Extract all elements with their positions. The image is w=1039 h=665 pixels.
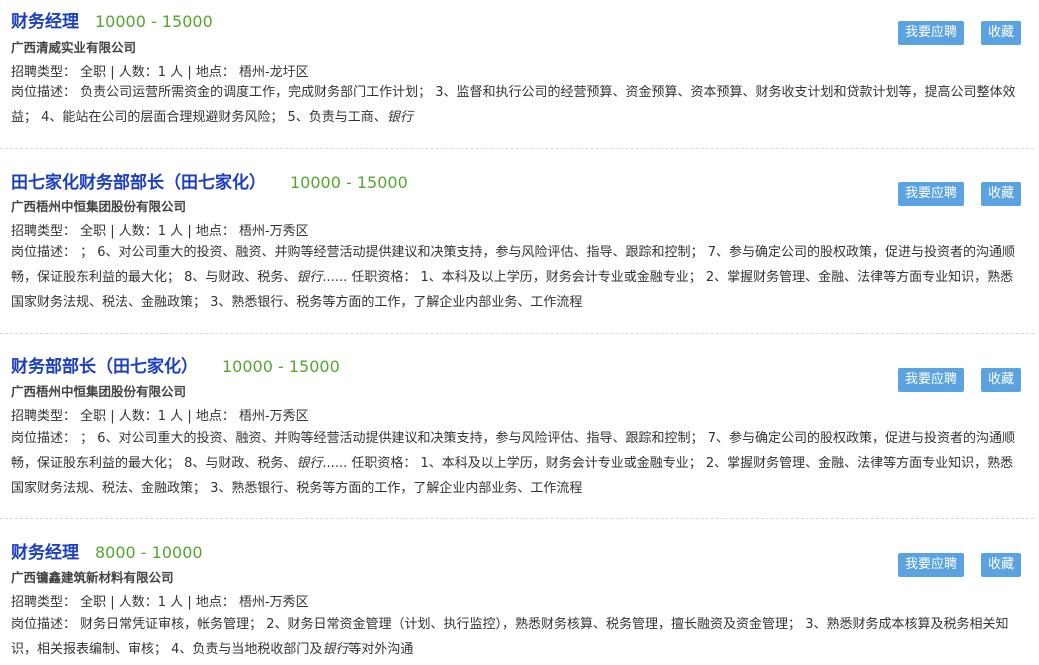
company-name-link[interactable]: 广西清威实业有限公司 — [11, 37, 136, 56]
job-item: 财务经理 8000 - 10000 广西镛鑫建筑新材料有限公司 招聘类型： 全职… — [0, 518, 1034, 665]
description-text: 负责公司运营所需资金的调度工作，完成财务部门工作计划； 3、监督和执行公司的经营… — [11, 85, 1016, 125]
apply-button[interactable]: 我要应聘 — [898, 553, 965, 577]
job-description: 岗位描述： 财务日常凭证审核，帐务管理； 2、财务日常资金管理（计划、执行监控）… — [11, 612, 1016, 662]
job-description: 岗位描述： ； 6、对公司重大的投资、融资、并购等经营活动提供建议和决策支持，参… — [11, 426, 1016, 501]
salary-range: 10000 - 15000 — [222, 357, 340, 376]
job-title-link[interactable]: 财务经理 — [11, 7, 79, 32]
salary-range: 10000 - 15000 — [95, 12, 213, 31]
highlight-keyword: 银行 — [322, 642, 349, 657]
description-label: 岗位描述： — [11, 431, 77, 446]
save-button[interactable]: 收藏 — [981, 182, 1022, 206]
job-meta: 招聘类型： 全职 | 人数：1 人 | 地点： 梧州-万秀区 — [11, 224, 309, 239]
job-title-row: 财务经理 10000 - 15000 — [11, 7, 213, 32]
job-title-row: 财务经理 8000 - 10000 — [11, 538, 203, 563]
company-name-link[interactable]: 广西镛鑫建筑新材料有限公司 — [11, 567, 174, 586]
job-title-row: 财务部部长（田七家化） 10000 - 15000 — [11, 352, 340, 377]
apply-button[interactable]: 我要应聘 — [898, 368, 965, 392]
job-title-link[interactable]: 田七家化财务部部长（田七家化） — [11, 168, 266, 193]
job-description: 岗位描述： ； 6、对公司重大的投资、融资、并购等经营活动提供建议和决策支持，参… — [11, 240, 1016, 315]
salary-range: 8000 - 10000 — [95, 543, 203, 562]
save-button[interactable]: 收藏 — [981, 553, 1022, 577]
job-meta: 招聘类型： 全职 | 人数：1 人 | 地点： 梧州-万秀区 — [11, 409, 309, 424]
save-button[interactable]: 收藏 — [981, 368, 1022, 392]
job-item: 田七家化财务部部长（田七家化） 10000 - 15000 广西梧州中恒集团股份… — [0, 148, 1034, 334]
description-label: 岗位描述： — [11, 85, 77, 100]
description-label: 岗位描述： — [11, 245, 77, 260]
salary-range: 10000 - 15000 — [290, 173, 408, 192]
description-tail: 等对外沟通 — [348, 642, 414, 657]
company-name-link[interactable]: 广西梧州中恒集团股份有限公司 — [11, 196, 186, 215]
job-item: 财务经理 10000 - 15000 广西清威实业有限公司 招聘类型： 全职 |… — [0, 0, 1034, 149]
description-label: 岗位描述： — [11, 617, 77, 632]
highlight-keyword: 银行 — [386, 110, 413, 125]
job-title-row: 田七家化财务部部长（田七家化） 10000 - 15000 — [11, 168, 408, 193]
highlight-keyword: 银行 — [296, 456, 323, 471]
company-name-link[interactable]: 广西梧州中恒集团股份有限公司 — [11, 381, 186, 400]
save-button[interactable]: 收藏 — [981, 21, 1022, 45]
job-title-link[interactable]: 财务经理 — [11, 538, 79, 563]
job-item: 财务部部长（田七家化） 10000 - 15000 广西梧州中恒集团股份有限公司… — [0, 333, 1034, 519]
apply-button[interactable]: 我要应聘 — [898, 21, 965, 45]
job-description: 岗位描述： 负责公司运营所需资金的调度工作，完成财务部门工作计划； 3、监督和执… — [11, 80, 1016, 130]
job-title-link[interactable]: 财务部部长（田七家化） — [11, 352, 198, 377]
highlight-keyword: 银行 — [296, 270, 323, 285]
description-text: 财务日常凭证审核，帐务管理； 2、财务日常资金管理（计划、执行监控），熟悉财务核… — [11, 617, 1009, 657]
apply-button[interactable]: 我要应聘 — [898, 182, 965, 206]
job-list: 财务经理 10000 - 15000 广西清威实业有限公司 招聘类型： 全职 |… — [0, 0, 1039, 665]
job-meta: 招聘类型： 全职 | 人数：1 人 | 地点： 梧州-龙圩区 — [11, 65, 309, 80]
job-meta: 招聘类型： 全职 | 人数：1 人 | 地点： 梧州-万秀区 — [11, 595, 309, 610]
